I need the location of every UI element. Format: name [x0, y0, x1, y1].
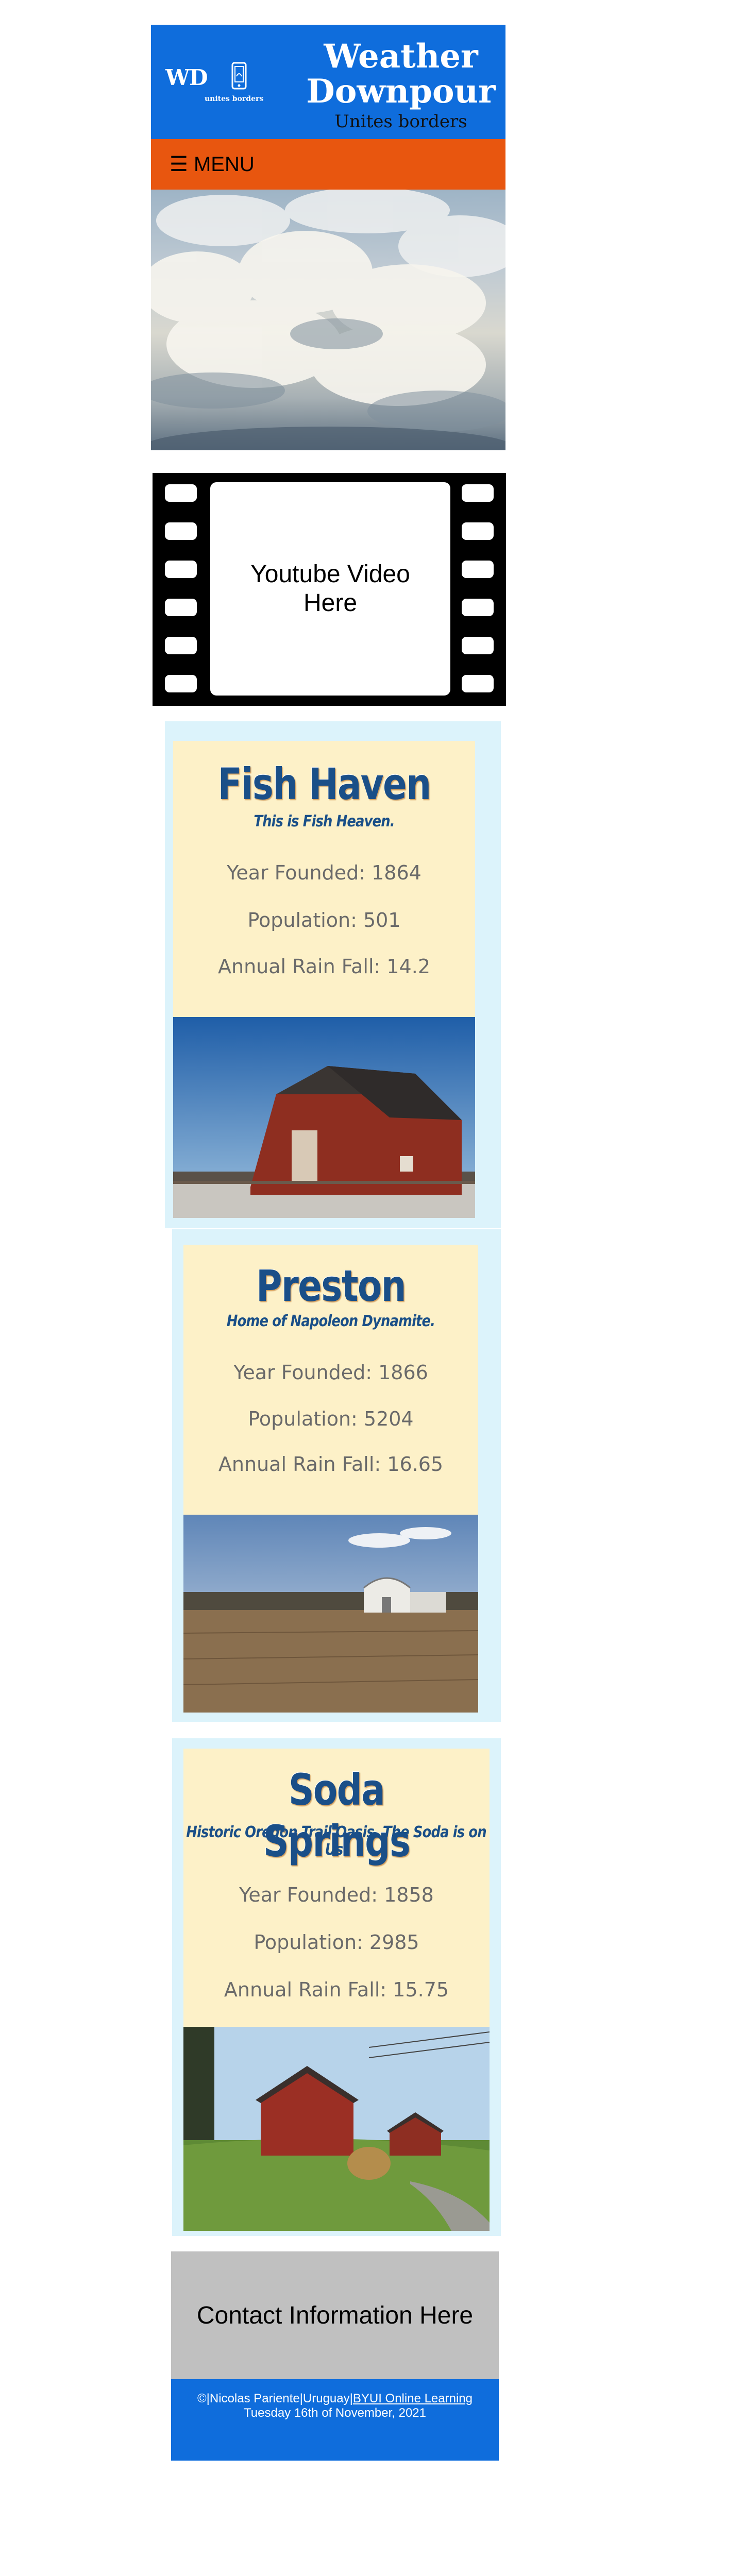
film-hole [165, 675, 197, 692]
population: Population: 501 [247, 909, 401, 931]
logo-text: WD [165, 65, 208, 90]
barn-illustration [183, 1515, 478, 1713]
film-hole [165, 522, 197, 540]
phone-icon [231, 62, 247, 90]
population: Population: 2985 [254, 1931, 419, 1954]
town-card-soda-springs: Soda Springs Historic Oregon Trail Oasis… [172, 1738, 501, 2236]
annual-rainfall: Annual Rain Fall: 15.75 [224, 1978, 449, 2001]
town-card-fish-haven: Fish Haven This is Fish Heaven. Year Fou… [165, 721, 501, 1228]
clouds-illustration [151, 190, 505, 450]
site-subtitle: Unites borders [334, 111, 467, 132]
town-info: Soda Springs Historic Oregon Trail Oasis… [183, 1749, 490, 2027]
town-name: Preston [256, 1261, 407, 1311]
town-photo-barn [183, 1515, 478, 1713]
film-hole [165, 484, 197, 502]
year-founded: Year Founded: 1864 [227, 861, 421, 884]
footer-credits: ©|Nicolas Pariente|Uruguay|BYUI Online L… [171, 2392, 499, 2406]
nav-bar: ☰ MENU [151, 139, 505, 190]
town-name: Fish Haven [217, 759, 431, 809]
barn-illustration [173, 1017, 475, 1218]
site-title: Weather Downpour [306, 39, 496, 109]
copyright-text: ©|Nicolas Pariente|Uruguay| [197, 2392, 353, 2405]
film-hole [462, 561, 494, 578]
town-motto: Historic Oregon Trail Oasis. The Soda is… [186, 1823, 487, 1859]
site-title-line2: Downpour [306, 72, 496, 111]
film-hole [462, 599, 494, 616]
annual-rainfall: Annual Rain Fall: 14.2 [217, 955, 430, 978]
film-hole [462, 484, 494, 502]
site-footer: ©|Nicolas Pariente|Uruguay|BYUI Online L… [171, 2379, 499, 2461]
population: Population: 5204 [248, 1408, 414, 1430]
site-logo[interactable]: WD unites borders [165, 62, 263, 108]
site-title-line1: Weather [324, 37, 478, 76]
year-founded: Year Founded: 1866 [233, 1361, 428, 1384]
contact-placeholder-text: Contact Information Here [196, 2301, 474, 2329]
footer-date: Tuesday 16th of November, 2021 [244, 2406, 426, 2420]
film-hole [165, 637, 197, 654]
byui-link[interactable]: BYUI Online Learning [353, 2392, 473, 2405]
town-motto: Home of Napoleon Dynamite. [226, 1312, 435, 1330]
logo-tagline: unites borders [205, 95, 264, 103]
town-motto: This is Fish Heaven. [254, 812, 395, 831]
town-photo-barn [183, 2027, 490, 2231]
film-hole [165, 599, 197, 616]
town-photo-barn [173, 1017, 475, 1218]
hero-image [151, 190, 505, 450]
menu-button[interactable]: ☰ MENU [170, 152, 255, 176]
year-founded: Year Founded: 1858 [239, 1884, 434, 1906]
video-placeholder[interactable]: Youtube Video Here [153, 473, 506, 706]
barn-illustration [183, 2027, 490, 2231]
town-info: Preston Home of Napoleon Dynamite. Year … [183, 1245, 478, 1515]
town-info: Fish Haven This is Fish Heaven. Year Fou… [173, 741, 475, 1017]
annual-rainfall: Annual Rain Fall: 16.65 [218, 1453, 444, 1476]
film-hole [462, 522, 494, 540]
film-hole [165, 561, 197, 578]
site-header: WD unites borders Weather Downpour Unite… [151, 25, 505, 139]
contact-section: Contact Information Here [171, 2251, 499, 2379]
film-hole [462, 675, 494, 692]
town-card-preston: Preston Home of Napoleon Dynamite. Year … [172, 1229, 501, 1722]
video-screen: Youtube Video Here [210, 482, 450, 696]
film-hole [462, 637, 494, 654]
video-placeholder-text: Youtube Video Here [250, 561, 410, 617]
